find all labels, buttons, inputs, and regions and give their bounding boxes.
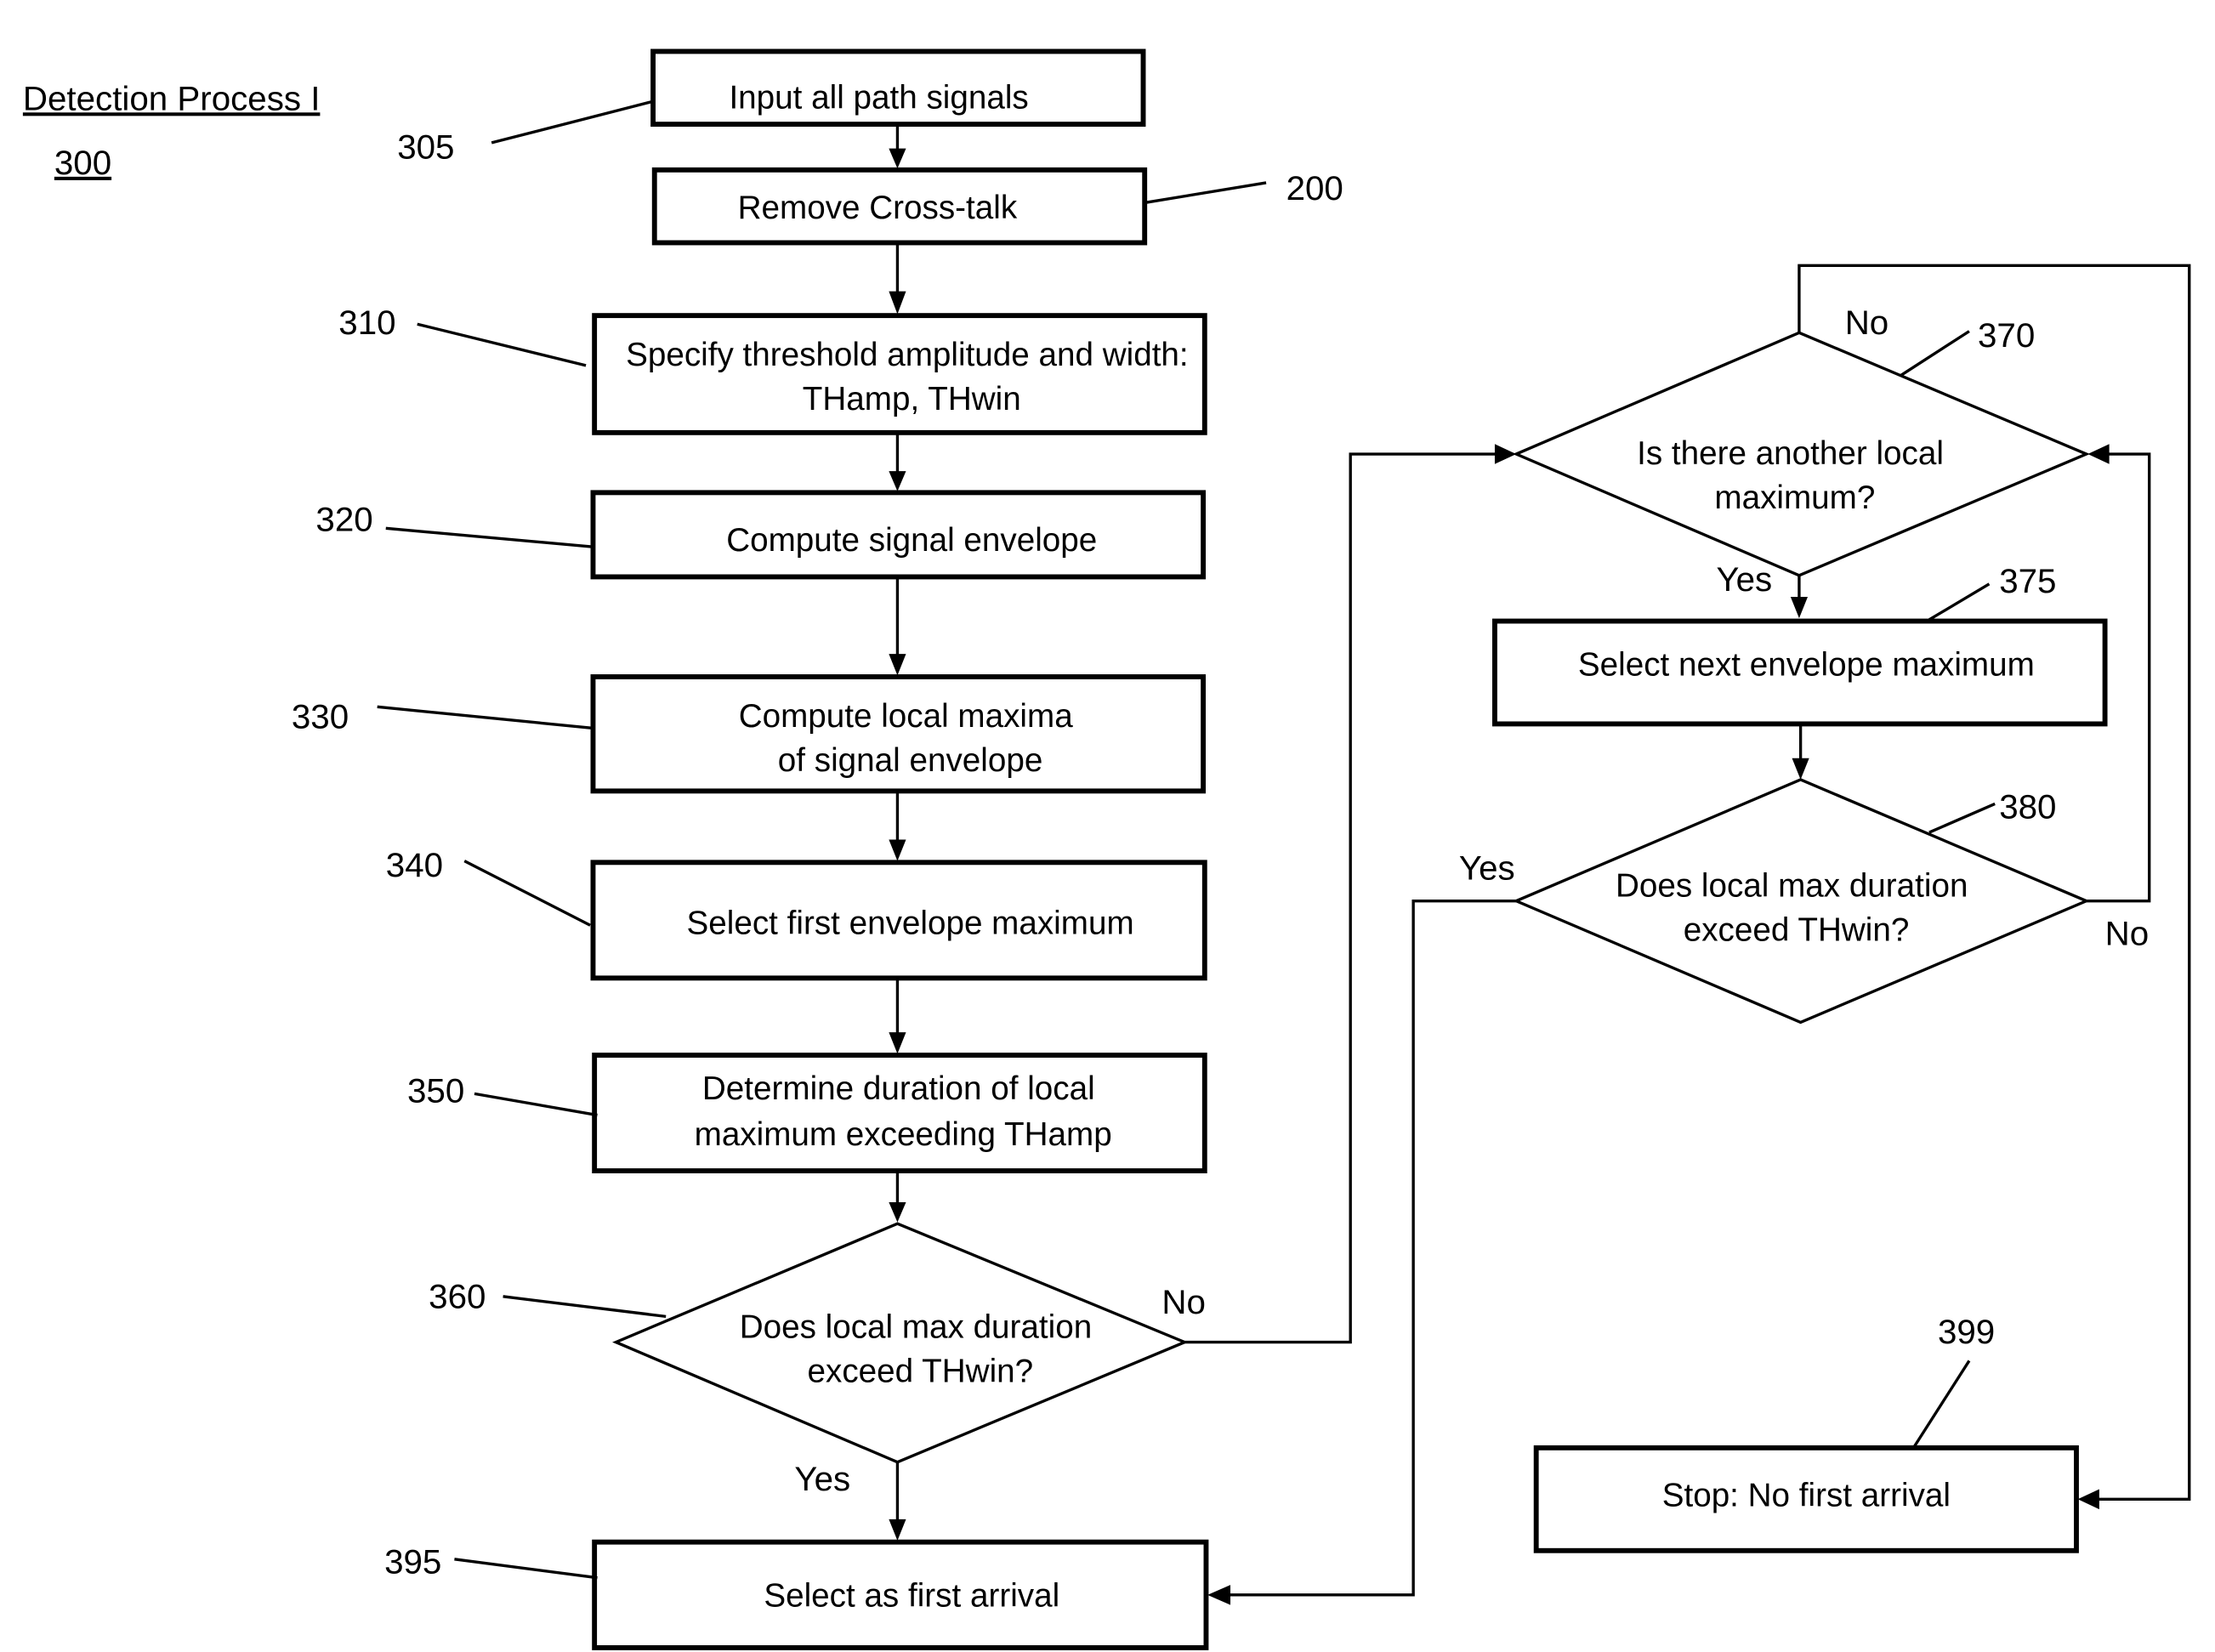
step-310-specify-threshold: Specify threshold amplitude and width: T…	[592, 313, 1207, 435]
arrowhead-310-320	[889, 471, 906, 491]
step-200-remove-crosstalk: Remove Cross-talk	[651, 167, 1148, 246]
leader-360	[503, 1295, 667, 1319]
arrowhead-375-380	[1792, 758, 1809, 780]
step-395-select-first-arrival: Select as first arrival	[592, 1539, 1209, 1650]
step-399-stop: Stop: No first arrival	[1533, 1445, 2079, 1553]
ref-320: 320	[315, 501, 372, 539]
decision-380-yes-label: Yes	[1459, 849, 1515, 887]
decision-380-no-label: No	[2105, 915, 2150, 953]
arrowhead-350-360	[889, 1202, 906, 1223]
leader-200	[1144, 181, 1267, 205]
leader-305	[491, 99, 654, 145]
arrowhead-200-310	[889, 291, 906, 315]
ref-200: 200	[1286, 169, 1343, 207]
decision-370-yes-label: Yes	[1716, 560, 1772, 599]
decision-360-no-label: No	[1161, 1283, 1206, 1321]
step-320-text: Compute signal envelope	[726, 522, 1097, 559]
decision-370: Is there another local maximum?	[1512, 331, 2091, 577]
arrowhead-370-yes-375	[1790, 596, 1809, 619]
leader-330	[377, 705, 594, 730]
ref-310: 310	[338, 304, 395, 342]
step-375-text: Select next envelope maximum	[1578, 646, 2035, 683]
arrowhead-305-200	[889, 148, 906, 169]
connector-380-yes-395	[1229, 899, 1517, 1597]
leader-340	[463, 860, 591, 927]
step-399-text: Stop: No first arrival	[1662, 1478, 1951, 1514]
step-200-text: Remove Cross-talk	[738, 190, 1018, 226]
arrowhead-380-no-370	[2087, 444, 2110, 464]
leader-399	[1911, 1360, 1971, 1449]
arrowhead-320-330	[889, 654, 906, 676]
diagram-title: Detection Process I	[23, 79, 321, 117]
leader-320	[385, 526, 594, 548]
step-330-compute-local-maxima: Compute local maxima of signal envelope	[590, 674, 1207, 794]
ref-350: 350	[407, 1071, 464, 1110]
leader-310	[417, 322, 587, 367]
decision-360-yes-label: Yes	[794, 1460, 850, 1498]
leader-375	[1928, 582, 1991, 622]
step-340-select-first-max: Select first envelope maximum	[590, 860, 1207, 981]
ref-340: 340	[386, 846, 443, 884]
arrowhead-340-350	[889, 1032, 906, 1054]
connector-360-no-370	[1184, 452, 1498, 1344]
step-320-compute-envelope: Compute signal envelope	[590, 490, 1207, 580]
step-305-input-signals: Input all path signals	[650, 48, 1146, 128]
leader-350	[474, 1092, 598, 1117]
leader-370	[1900, 330, 1970, 378]
ref-370: 370	[1978, 316, 2035, 355]
leader-380	[1928, 802, 1996, 834]
ref-330: 330	[292, 697, 349, 735]
diagram-number: 300	[54, 144, 111, 182]
step-350-determine-duration: Determine duration of local maximum exce…	[592, 1053, 1207, 1174]
ref-375: 375	[1999, 562, 2056, 600]
step-305-text: Input all path signals	[729, 80, 1028, 116]
ref-360: 360	[429, 1277, 486, 1315]
arrowhead-380-yes-395	[1207, 1585, 1231, 1605]
ref-395: 395	[384, 1543, 441, 1581]
decision-370-no-label: No	[1845, 304, 1889, 342]
step-340-text: Select first envelope maximum	[687, 905, 1134, 941]
step-375-select-next-max: Select next envelope maximum	[1492, 618, 2108, 727]
arrowhead-330-340	[889, 839, 906, 861]
ref-399: 399	[1938, 1313, 1995, 1351]
flowchart: Detection Process I 300 Input all path s…	[23, 48, 2191, 1650]
step-395-text: Select as first arrival	[764, 1577, 1059, 1614]
ref-380: 380	[1999, 787, 2056, 826]
ref-305: 305	[397, 128, 454, 166]
decision-360: Does local max duration exceed THwin?	[612, 1222, 1189, 1464]
arrowhead-370-no-399	[2077, 1489, 2099, 1510]
leader-395	[454, 1558, 598, 1580]
arrowhead-360-yes-395	[889, 1519, 906, 1541]
